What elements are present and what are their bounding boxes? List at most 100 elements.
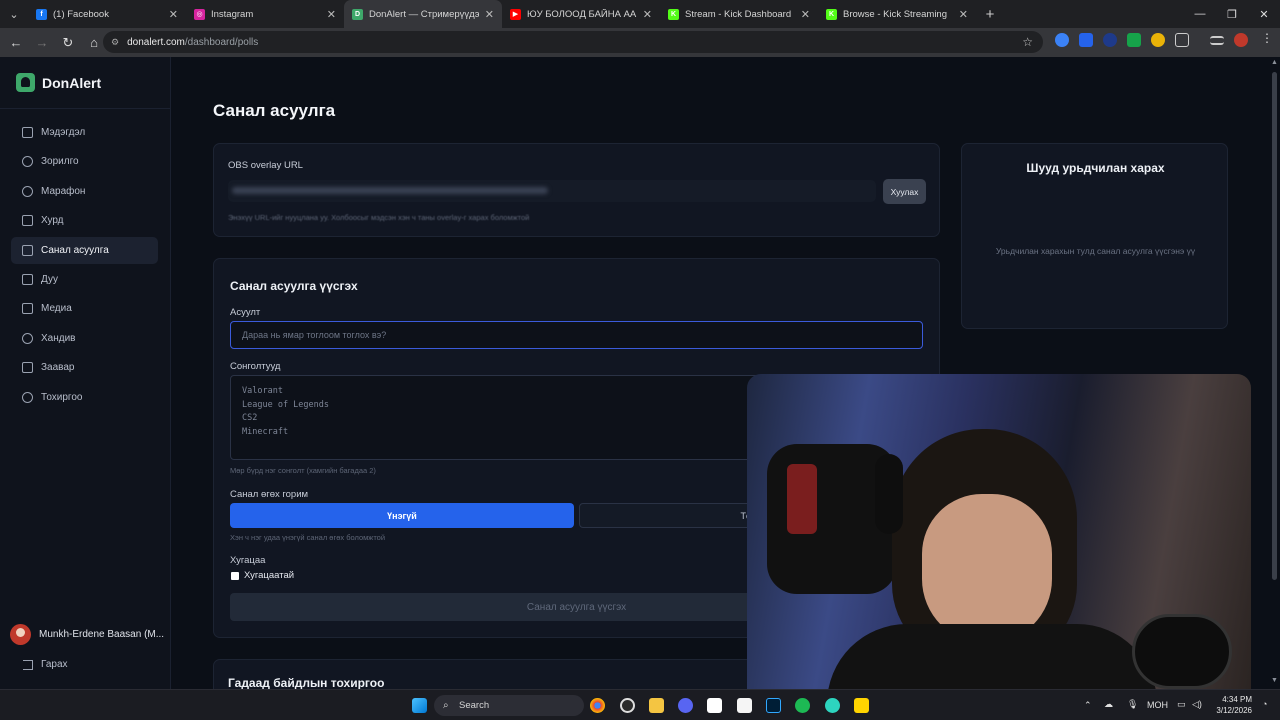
duration-checkbox[interactable]	[231, 572, 239, 580]
heart-pulse-icon	[22, 215, 33, 227]
network-icon[interactable]: ☁	[1104, 699, 1113, 710]
tray-chevron-icon[interactable]: ⌃	[1084, 700, 1092, 711]
extension-icon[interactable]	[1055, 33, 1069, 47]
new-tab-button[interactable]: +	[976, 0, 1004, 28]
discord-icon[interactable]	[678, 698, 693, 713]
close-tab-icon[interactable]: ✕	[959, 8, 968, 21]
create-poll-title: Санал асуулга үүсгэх	[230, 279, 358, 293]
sidebar-item[interactable]: Санал асуулга	[11, 236, 158, 264]
close-tab-icon[interactable]: ✕	[643, 8, 652, 21]
browser-tab[interactable]: f (1) Facebook ✕	[28, 0, 186, 28]
heart-icon	[22, 332, 33, 344]
sticky-notes-icon[interactable]	[854, 698, 869, 713]
site-info-icon[interactable]: ⚙	[111, 37, 119, 48]
sidebar-item-label: Заавар	[41, 362, 75, 374]
tab-favicon-icon: f	[36, 8, 47, 20]
sidebar-item[interactable]: Дуу	[11, 266, 158, 293]
close-tab-icon[interactable]: ✕	[801, 8, 810, 21]
target-icon	[22, 156, 33, 168]
forward-icon[interactable]: →	[30, 31, 54, 55]
user-profile[interactable]: Munkh-Erdene Baasan (M...	[10, 624, 164, 645]
sidebar-item[interactable]: Зорилго	[11, 148, 158, 175]
tab-title: Browse - Kick Streaming	[843, 8, 948, 20]
back-icon[interactable]: ←	[4, 31, 28, 55]
browser-tab[interactable]: D DonAlert — Стримерүүдэд зор ✕	[344, 0, 502, 28]
chrome-icon[interactable]	[590, 698, 605, 713]
sidebar-item[interactable]: Заавар	[11, 354, 158, 381]
browser-app-icon[interactable]	[825, 698, 840, 713]
url-host: donalert.com	[127, 36, 185, 48]
close-tab-icon[interactable]: ✕	[169, 8, 178, 21]
vote-mode-hint: Хэн ч нэг удаа үнэгүй санал өгөх боломжт…	[230, 533, 386, 542]
extension-icon[interactable]	[1079, 33, 1093, 47]
obs-url-hint: Энэхүү URL-ийг нууцлана уу. Холбоосыг мэ…	[228, 213, 530, 222]
reload-icon[interactable]: ↻	[56, 31, 80, 55]
spotify-icon[interactable]	[795, 698, 810, 713]
page-scrollbar[interactable]: ▲ ▼	[1269, 57, 1280, 689]
capcut-icon[interactable]	[707, 698, 722, 713]
tab-search-chevron-icon[interactable]: ⌄	[0, 0, 28, 28]
brand[interactable]: DonAlert	[0, 57, 170, 109]
sidebar-item[interactable]: Тохиргоо	[11, 384, 158, 411]
language-indicator[interactable]: МОН	[1147, 700, 1168, 710]
browser-tab[interactable]: K Stream - Kick Dashboard ✕	[660, 0, 818, 28]
puzzle-icon[interactable]	[1175, 33, 1189, 47]
profile-avatar-icon[interactable]	[1234, 33, 1248, 47]
sidebar-item[interactable]: Хандив	[11, 325, 158, 352]
browser-tab[interactable]: ▶ ЮУ БОЛООД БАЙНА АА - YouTube ✕	[502, 0, 660, 28]
sidebar-item[interactable]: Медиа	[11, 295, 158, 322]
free-mode-button[interactable]: Үнэгүй	[230, 503, 574, 528]
sidebar-item-label: Мэдэгдэл	[41, 127, 86, 138]
tab-title: (1) Facebook	[53, 8, 109, 20]
logout-button[interactable]: Гарах	[23, 659, 68, 670]
microphone-icon[interactable]: 🎙︎	[1127, 699, 1138, 710]
sidebar-item-label: Зорилго	[41, 156, 79, 168]
clock-date: 3/12/2026	[1216, 706, 1252, 715]
sidebar-item[interactable]: Мэдэгдэл	[11, 119, 158, 146]
close-window-icon[interactable]: ✕	[1248, 0, 1280, 28]
copy-button[interactable]: Хуулах	[883, 179, 926, 204]
address-bar[interactable]: ⚙ donalert.com/dashboard/polls ☆	[103, 31, 1043, 53]
volume-icon[interactable]: ◁)	[1192, 699, 1202, 710]
media-control-icon[interactable]	[1210, 36, 1224, 45]
extension-icon[interactable]	[1127, 33, 1141, 47]
sidebar-item-label: Марафон	[41, 185, 86, 197]
microphone	[1132, 614, 1232, 689]
notification-icon[interactable]: ◔	[1262, 699, 1267, 709]
brand-name: DonAlert	[42, 74, 102, 91]
wifi-icon[interactable]: ▭	[1177, 699, 1186, 710]
question-label: Асуулт	[230, 307, 261, 318]
question-input[interactable]: Дараа нь ямар тоглоом тоглох вэ?	[230, 321, 923, 349]
close-tab-icon[interactable]: ✕	[485, 8, 494, 21]
browser-tab[interactable]: ◎ Instagram ✕	[186, 0, 344, 28]
obs-url-field[interactable]	[228, 180, 876, 202]
tab-title: ЮУ БОЛООД БАЙНА АА - YouTube	[527, 8, 637, 20]
browser-tab[interactable]: K Browse - Kick Streaming ✕	[818, 0, 976, 28]
bookmark-star-icon[interactable]: ☆	[1022, 35, 1033, 49]
question-placeholder: Дараа нь ямар тоглоом тоглох вэ?	[242, 330, 387, 340]
tab-favicon-icon: D	[352, 8, 363, 20]
maximize-icon[interactable]: ❐	[1216, 0, 1248, 28]
obs-url-card: OBS overlay URL Хуулах Энэхүү URL-ийг ну…	[213, 143, 940, 237]
taskbar: ⌕ Search ⌃ ☁ 🎙︎ МОН ▭ ◁) 4:34 PM 3/12/20…	[0, 689, 1280, 720]
file-explorer-icon[interactable]	[649, 698, 664, 713]
more-menu-icon[interactable]: ⋮	[1261, 31, 1275, 45]
scrollbar-thumb[interactable]	[1272, 72, 1277, 580]
gear-icon	[22, 391, 33, 403]
extension-icon[interactable]	[1103, 33, 1117, 47]
sidebar-item[interactable]: Хурд	[11, 207, 158, 234]
sidebar-item-label: Санал асуулга	[41, 244, 109, 256]
obs-icon[interactable]	[620, 698, 635, 713]
notion-icon[interactable]	[737, 698, 752, 713]
photoshop-icon[interactable]	[766, 698, 781, 713]
extension-icon[interactable]	[1151, 33, 1165, 47]
scroll-up-icon[interactable]: ▲	[1271, 59, 1278, 66]
scroll-down-icon[interactable]: ▼	[1271, 677, 1278, 684]
system-clock[interactable]: 4:34 PM 3/12/2026	[1212, 694, 1252, 716]
taskbar-search[interactable]: ⌕ Search	[434, 695, 584, 716]
close-tab-icon[interactable]: ✕	[327, 8, 336, 21]
sidebar-item[interactable]: Марафон	[11, 178, 158, 205]
windows-start-icon[interactable]	[412, 698, 427, 713]
minimize-icon[interactable]: —	[1184, 0, 1216, 28]
tab-favicon-icon: ▶	[510, 8, 521, 20]
